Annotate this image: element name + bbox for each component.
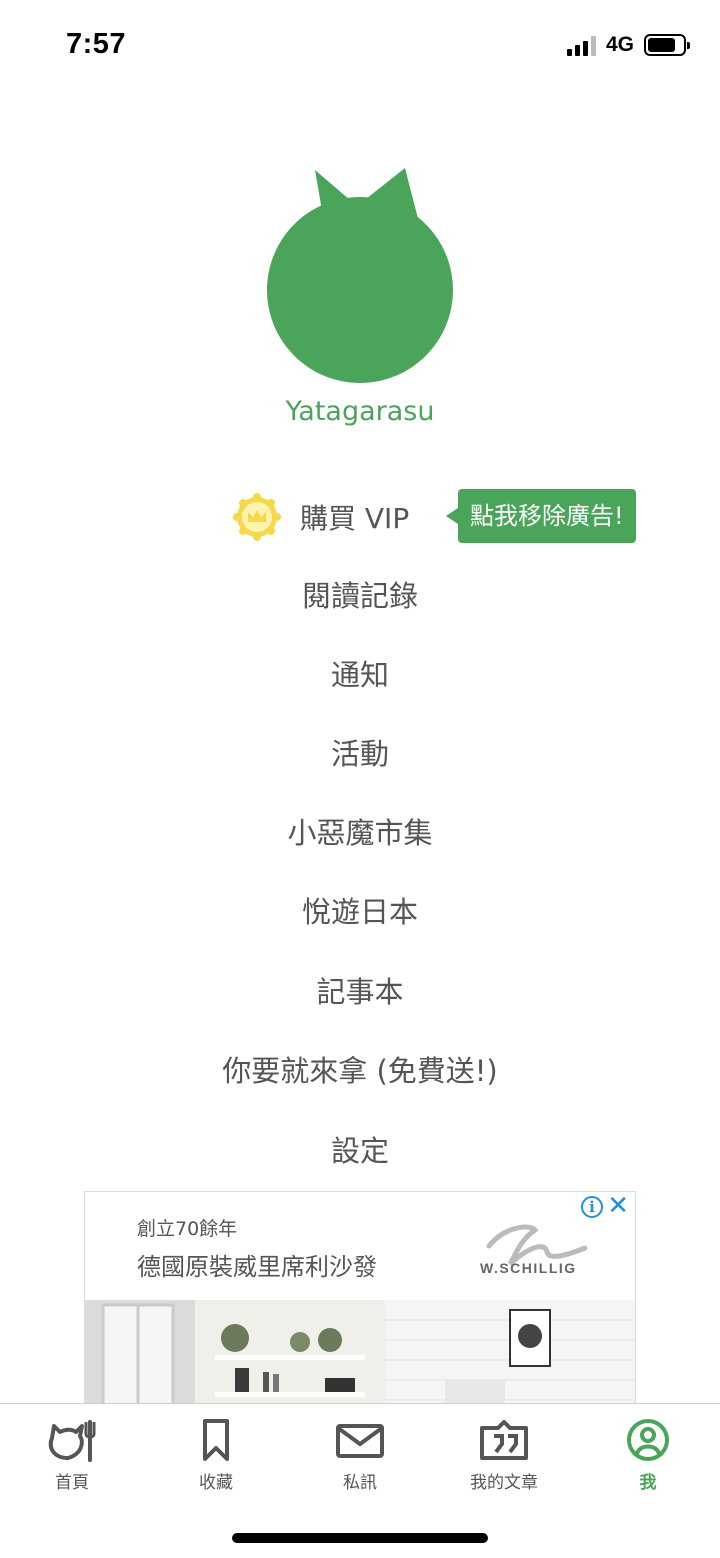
menu-little-devil-market[interactable]: 小惡魔市集 [0, 811, 720, 855]
ad-photo [85, 1300, 635, 1405]
battery-icon [644, 34, 690, 56]
ad-close-icon[interactable]: ✕ [607, 1192, 629, 1220]
status-time: 7:57 [66, 28, 127, 60]
tab-bookmarks[interactable]: 收藏 [156, 1418, 276, 1502]
tab-messages[interactable]: 私訊 [300, 1418, 420, 1502]
buy-vip-label: 購買 VIP [300, 502, 410, 535]
menu-reading-history[interactable]: 閱讀記錄 [0, 574, 720, 618]
username: Yatagarasu [285, 396, 435, 427]
tab-me[interactable]: 我 [588, 1418, 708, 1502]
ad-banner[interactable]: 創立70餘年 德國原裝威里席利沙發 i ✕ W.SCHILLIG [84, 1191, 636, 1406]
profile-icon [627, 1419, 669, 1461]
crown-badge-icon [233, 493, 281, 541]
tab-home[interactable]: 首頁 [12, 1418, 132, 1502]
tab-my-articles-label: 我的文章 [470, 1473, 538, 1493]
mail-icon [336, 1424, 384, 1458]
network-type: 4G [605, 33, 634, 56]
home-icon [48, 1420, 96, 1462]
buy-vip-button[interactable]: 購買 VIP [232, 490, 409, 544]
signal-icon [566, 34, 596, 56]
menu-notifications[interactable]: 通知 [0, 653, 720, 697]
tab-messages-label: 私訊 [343, 1473, 377, 1493]
status-bar: 7:57 4G [0, 0, 720, 90]
remove-ads-tooltip[interactable]: 點我移除廣告! [446, 489, 636, 543]
tab-home-label: 首頁 [55, 1473, 89, 1493]
menu-free-giveaway[interactable]: 你要就來拿 (免費送!) [0, 1049, 720, 1093]
article-icon [480, 1420, 528, 1460]
bookmark-icon [203, 1419, 229, 1461]
menu-settings[interactable]: 設定 [0, 1129, 720, 1173]
battery-level [648, 38, 676, 52]
tab-my-articles[interactable]: 我的文章 [444, 1418, 564, 1502]
tab-me-label: 我 [639, 1473, 657, 1493]
home-indicator [232, 1533, 488, 1543]
ad-info-icon[interactable]: i [581, 1196, 603, 1218]
ad-brand-name: W.SCHILLIG [480, 1260, 577, 1276]
menu-events[interactable]: 活動 [0, 732, 720, 776]
menu-enjoy-japan[interactable]: 悅遊日本 [0, 890, 720, 934]
menu-notebook[interactable]: 記事本 [0, 970, 720, 1014]
avatar[interactable] [265, 168, 455, 384]
status-indicators: 4G [566, 33, 690, 57]
tab-bookmarks-label: 收藏 [199, 1473, 233, 1493]
ad-text-line1: 創立70餘年 [137, 1218, 238, 1240]
ad-text-line2: 德國原裝威里席利沙發 [137, 1253, 377, 1281]
